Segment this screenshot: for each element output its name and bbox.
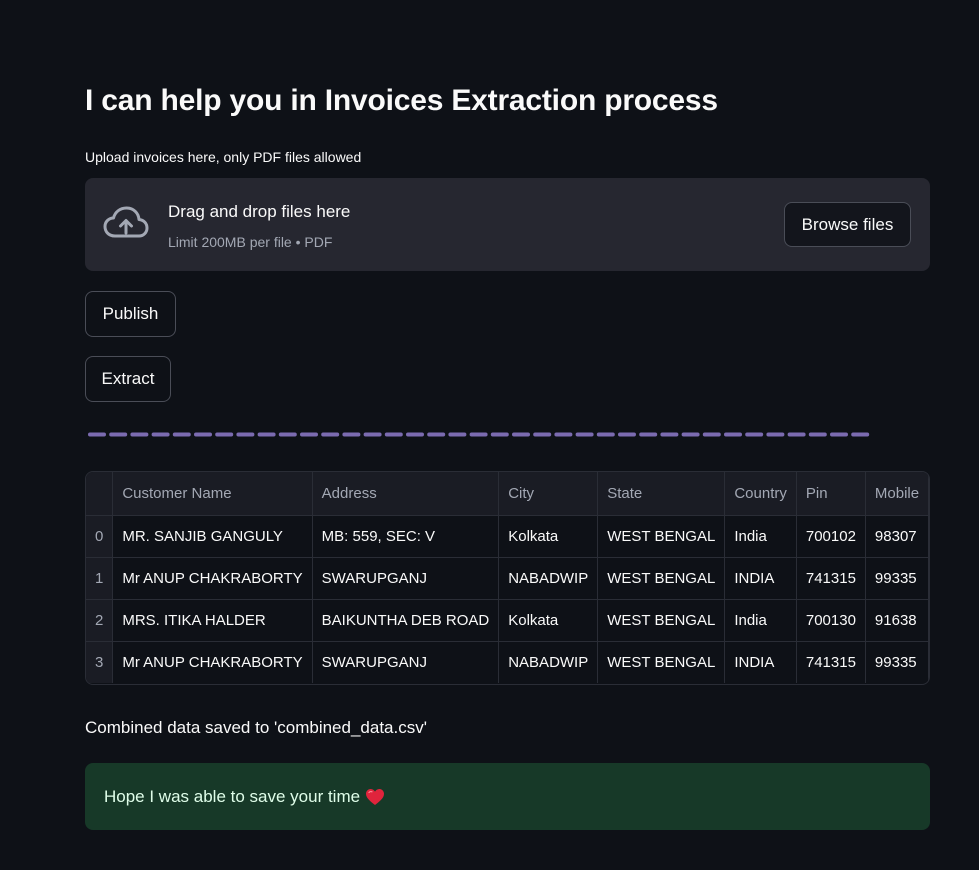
table-cell[interactable]: MR. SANJIB GANGULY	[112, 515, 313, 558]
table-cell[interactable]: Mr ANUP CHAKRABORTY	[112, 557, 313, 600]
table-cell[interactable]: Kolkata	[498, 599, 599, 642]
table-row: 1 Mr ANUP CHAKRABORTY SWARUPGANJ NABADWIP WE…	[86, 557, 929, 600]
table-row: 0 MR. SANJIB GANGULY MB: 559, SEC: V Kolkat…	[86, 515, 929, 558]
table-cell[interactable]: NABADWIP	[498, 557, 599, 600]
table-cell[interactable]: MB: 559, SEC: V	[312, 515, 500, 558]
table-cell[interactable]: WEST BENGAL	[597, 599, 726, 642]
divider	[88, 432, 874, 437]
table-cell[interactable]: India	[724, 515, 797, 558]
table-cell[interactable]: Kolkata	[498, 515, 599, 558]
row-index[interactable]: 2	[86, 599, 114, 642]
table-cell[interactable]: WEST BENGAL	[597, 641, 726, 683]
column-header[interactable]: Address	[312, 472, 500, 516]
column-header[interactable]: State	[597, 472, 726, 516]
heart-icon	[366, 788, 385, 805]
table-cell[interactable]: 741315	[796, 557, 866, 600]
table-cell[interactable]: 700130	[796, 599, 866, 642]
page-title: I can help you in Invoices Extraction pr…	[85, 84, 718, 117]
index-column-header[interactable]	[86, 472, 114, 516]
table-cell[interactable]: SWARUPGANJ	[312, 641, 500, 683]
upload-label: Upload invoices here, only PDF files all…	[85, 149, 362, 165]
table-cell[interactable]: WEST BENGAL	[597, 557, 726, 600]
row-index[interactable]: 3	[86, 641, 114, 683]
row-index[interactable]: 1	[86, 557, 114, 600]
dataframe-grid: Customer Name Address City State Country Pin M…	[86, 472, 929, 683]
table-cell[interactable]: India	[724, 599, 797, 642]
column-header[interactable]: City	[498, 472, 599, 516]
row-index[interactable]: 0	[86, 515, 114, 558]
column-header[interactable]: Customer Name	[112, 472, 313, 516]
table-cell[interactable]: MRS. ITIKA HALDER	[112, 599, 313, 642]
dropzone-title: Drag and drop files here	[168, 202, 351, 221]
extract-button[interactable]: Extract	[85, 356, 171, 402]
table-cell[interactable]: 700102	[796, 515, 866, 558]
column-header[interactable]: Country	[724, 472, 797, 516]
table-cell[interactable]: BAIKUNTHA DEB ROAD	[312, 599, 500, 642]
table-cell[interactable]: WEST BENGAL	[597, 515, 726, 558]
column-header[interactable]: Mobile	[865, 472, 929, 516]
column-header[interactable]: Pin	[796, 472, 866, 516]
table-cell[interactable]: 99335	[865, 557, 929, 600]
table-cell[interactable]: 99335	[865, 641, 929, 683]
success-message: Hope I was able to save your time	[104, 786, 361, 806]
table-row: 3 Mr ANUP CHAKRABORTY SWARUPGANJ NABADWIP WE…	[86, 641, 929, 683]
table-cell[interactable]: INDIA	[724, 641, 797, 683]
publish-button[interactable]: Publish	[85, 291, 176, 337]
data-table[interactable]: Customer Name Address City State Country Pin M…	[85, 471, 930, 685]
table-cell[interactable]: INDIA	[724, 557, 797, 600]
table-cell[interactable]: Mr ANUP CHAKRABORTY	[112, 641, 313, 683]
success-alert: Hope I was able to save your time	[85, 763, 930, 830]
cloud-upload-icon	[103, 206, 149, 238]
table-cell[interactable]: SWARUPGANJ	[312, 557, 500, 600]
saved-message: Combined data saved to 'combined_data.cs…	[85, 718, 427, 737]
table-cell[interactable]: 98307	[865, 515, 929, 558]
table-row: 2 MRS. ITIKA HALDER BAIKUNTHA DEB ROAD Kolk…	[86, 599, 929, 642]
browse-files-button[interactable]: Browse files	[784, 202, 911, 247]
table-cell[interactable]: 741315	[796, 641, 866, 683]
table-cell[interactable]: 91638	[865, 599, 929, 642]
file-dropzone[interactable]: Drag and drop files here Limit 200MB per…	[85, 178, 930, 271]
dropzone-limit-text: Limit 200MB per file • PDF	[168, 234, 333, 250]
table-cell[interactable]: NABADWIP	[498, 641, 599, 683]
